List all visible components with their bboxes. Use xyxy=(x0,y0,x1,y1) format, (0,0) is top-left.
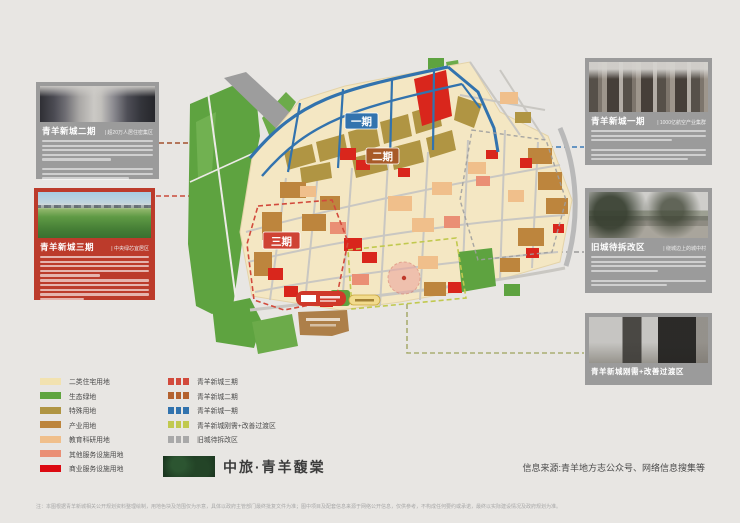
legend-label: 青羊新城刚需+改善过渡区 xyxy=(197,420,276,430)
callout-oldtown-title: 旧城待拆改区 xyxy=(591,241,645,253)
map-label-phase1-group: 一期 xyxy=(345,113,378,129)
logo-satellite-thumb xyxy=(163,456,215,477)
callout-phase1: 青羊新城一期 | 1000亿航空产业集群 xyxy=(585,58,712,165)
legend-item: 青羊新城三期 xyxy=(168,374,276,389)
legend-label: 青羊新城二期 xyxy=(197,391,238,401)
legend-swatch-special xyxy=(40,407,61,414)
callout-phase3-body xyxy=(38,254,151,300)
legend-label: 二类住宅用地 xyxy=(69,376,110,386)
legend-swatch-education xyxy=(40,436,61,443)
legend-dash-transition xyxy=(168,421,189,428)
legend-dash-oldtown xyxy=(168,436,189,443)
legend-dash-phase1 xyxy=(168,407,189,414)
map-label-phase3: 三期 xyxy=(271,235,292,248)
legend-land-use: 二类住宅用地 生态绿地 特殊用地 产业用地 教育科研用地 其他服务设施用地 商业… xyxy=(40,374,123,476)
connector-transition xyxy=(407,296,584,353)
legend-item: 青羊新城一期 xyxy=(168,403,276,418)
legend-swatch-residential xyxy=(40,378,61,385)
legend-item: 二类住宅用地 xyxy=(40,374,123,389)
legend-label: 教育科研用地 xyxy=(69,434,110,444)
legend-label: 青羊新城一期 xyxy=(197,405,238,415)
logo-text: 中旅·青羊馥棠 xyxy=(223,457,326,477)
legend-label: 旧城待拆改区 xyxy=(197,434,238,444)
callout-transition: 青羊新城刚需+改善过渡区 xyxy=(585,313,712,385)
callout-phase2: 青羊新城二期 | 超20万人居住密集区 xyxy=(36,82,159,179)
callout-phase1-body xyxy=(589,128,708,160)
legend-label: 青羊新城三期 xyxy=(197,376,238,386)
map-label-phase1: 一期 xyxy=(351,115,372,128)
callout-phase3: 青羊新城三期 | 中央绿芯宜居区 xyxy=(34,188,155,300)
hq-port-label xyxy=(349,295,380,305)
photo-phase1 xyxy=(589,62,708,112)
photo-transition xyxy=(589,317,708,363)
legend-item: 产业用地 xyxy=(40,418,123,433)
project-logo: 中旅·青羊馥棠 xyxy=(163,456,326,477)
legend-dash-phase2 xyxy=(168,392,189,399)
photo-phase2 xyxy=(40,86,155,122)
map-label-phase2-group: 二期 xyxy=(366,148,399,164)
callout-phase1-subtitle: | 1000亿航空产业集群 xyxy=(657,119,706,126)
poster-canvas: 一期 二期 三期 青羊新城二期 | 超20万人居住密集区 青羊新城三期 | 中央… xyxy=(0,0,740,523)
fine-print: 注：本图根据青羊新城相关公开规划资料整理绘制，用地色块及范围仅为示意，具体以政府… xyxy=(36,503,704,510)
source-note: 信息来源:青羊地方志公众号、网络信息搜集等 xyxy=(522,461,705,474)
legend-label: 生态绿地 xyxy=(69,391,96,401)
station-banner xyxy=(296,291,346,306)
legend-item: 青羊新城刚需+改善过渡区 xyxy=(168,418,276,433)
legend-swatch-industry xyxy=(40,421,61,428)
legend-label: 产业用地 xyxy=(69,420,96,430)
callout-oldtown-subtitle: | 绕城边上的城中村 xyxy=(663,245,706,252)
logistics-block xyxy=(298,310,349,336)
legend-item: 其他服务设施用地 xyxy=(40,447,123,462)
legend-label: 其他服务设施用地 xyxy=(69,449,123,459)
legend-swatch-services xyxy=(40,450,61,457)
legend-label: 商业服务设施用地 xyxy=(69,463,123,473)
callout-phase3-title: 青羊新城三期 xyxy=(40,241,94,253)
legend-item: 教育科研用地 xyxy=(40,432,123,447)
legend-dash-phase3 xyxy=(168,378,189,385)
legend-zones: 青羊新城三期 青羊新城二期 青羊新城一期 青羊新城刚需+改善过渡区 旧城待拆改区 xyxy=(168,374,276,447)
callout-phase2-title: 青羊新城二期 xyxy=(42,125,96,137)
legend-label: 特殊用地 xyxy=(69,405,96,415)
project-highlight-circle xyxy=(388,262,420,294)
legend-item: 旧城待拆改区 xyxy=(168,432,276,447)
legend-item: 青羊新城二期 xyxy=(168,389,276,404)
callout-phase3-subtitle: | 中央绿芯宜居区 xyxy=(111,245,149,252)
callout-oldtown: 旧城待拆改区 | 绕城边上的城中村 xyxy=(585,188,712,293)
legend-swatch-commercial xyxy=(40,465,61,472)
callout-oldtown-body xyxy=(589,254,708,286)
legend-item: 特殊用地 xyxy=(40,403,123,418)
callout-transition-title: 青羊新城刚需+改善过渡区 xyxy=(591,366,684,377)
photo-oldtown xyxy=(589,192,708,238)
callout-phase2-subtitle: | 超20万人居住密集区 xyxy=(105,129,153,136)
callout-phase1-title: 青羊新城一期 xyxy=(591,115,645,127)
map-label-phase2: 二期 xyxy=(372,150,393,163)
callout-phase2-body xyxy=(40,138,155,180)
legend-swatch-green xyxy=(40,392,61,399)
photo-phase3 xyxy=(38,192,151,238)
map-label-phase3-group: 三期 xyxy=(263,232,300,249)
legend-item: 商业服务设施用地 xyxy=(40,461,123,476)
legend-item: 生态绿地 xyxy=(40,389,123,404)
